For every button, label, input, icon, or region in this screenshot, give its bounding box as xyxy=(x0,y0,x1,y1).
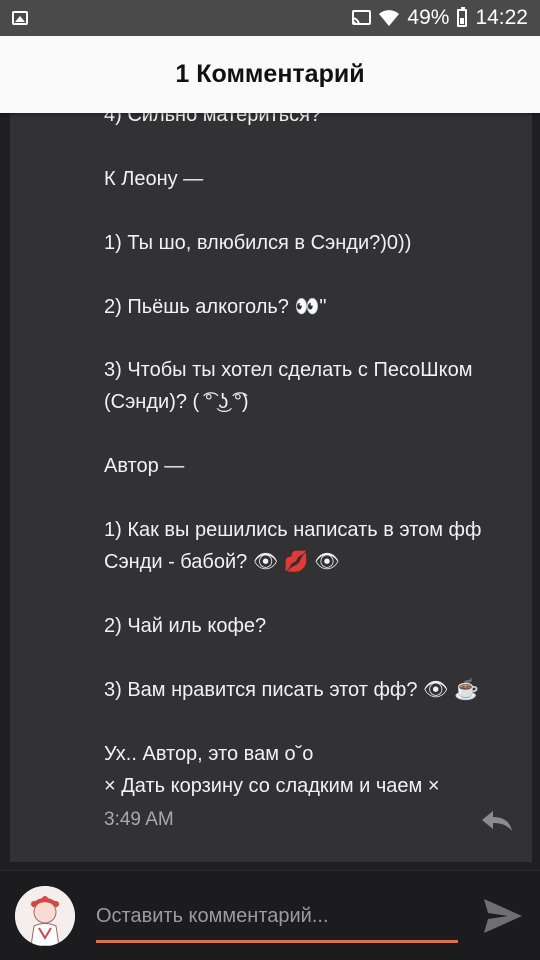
comment-line: × Дать корзину со сладким и чаем × xyxy=(104,775,440,797)
comment-timestamp: 3:49 AM xyxy=(104,809,174,830)
comment-line: К Леону — xyxy=(104,168,204,190)
status-indicators: 49% 14:22 xyxy=(351,0,528,36)
comment-line: (Сэнди)? ( ͡° ͜ʖ ͡°) xyxy=(104,391,249,413)
avatar-image xyxy=(15,886,75,946)
comment-card: 4) Сильно материться? К Леону — 1) Ты шо… xyxy=(10,113,532,862)
status-bar: 49% 14:22 xyxy=(0,0,540,36)
comment-line: Автор — xyxy=(104,455,185,477)
comment-line: 1) Как вы решились написать в этом фф xyxy=(104,519,482,541)
comment-line: Сэнди - бабой? 👁 💋 👁 xyxy=(104,551,340,573)
comment-line: 1) Ты шо, влюбился в Сэнди?)0)) xyxy=(104,232,412,254)
status-time: 14:22 xyxy=(475,6,528,29)
comment-line: 2) Пьёшь алкоголь? 👀" xyxy=(104,296,327,318)
battery-icon xyxy=(457,7,468,27)
reply-icon[interactable] xyxy=(480,809,514,833)
comment-input[interactable] xyxy=(96,897,458,943)
page-title: 1 Комментарий xyxy=(175,60,365,88)
comment-line: 2) Чай иль кофе? xyxy=(104,615,267,637)
send-button[interactable] xyxy=(480,893,526,939)
comment-line: 3) Чтобы ты хотел сделать с ПесоШком xyxy=(104,359,473,381)
page-header: 1 Комментарий xyxy=(0,36,540,113)
avatar[interactable] xyxy=(15,886,75,946)
gallery-notification-icon xyxy=(12,11,28,25)
wifi-icon xyxy=(379,10,400,26)
comment-line: 3) Вам нравится писать этот фф? 👁 ☕ xyxy=(104,679,479,701)
send-icon xyxy=(484,899,522,933)
battery-percent: 49% xyxy=(407,6,450,29)
comment-composer xyxy=(0,870,540,960)
comment-line: 4) Сильно материться? xyxy=(104,113,322,126)
comment-line: Ух.. Автор, это вам о˘о xyxy=(104,743,314,765)
cast-icon xyxy=(352,10,372,26)
